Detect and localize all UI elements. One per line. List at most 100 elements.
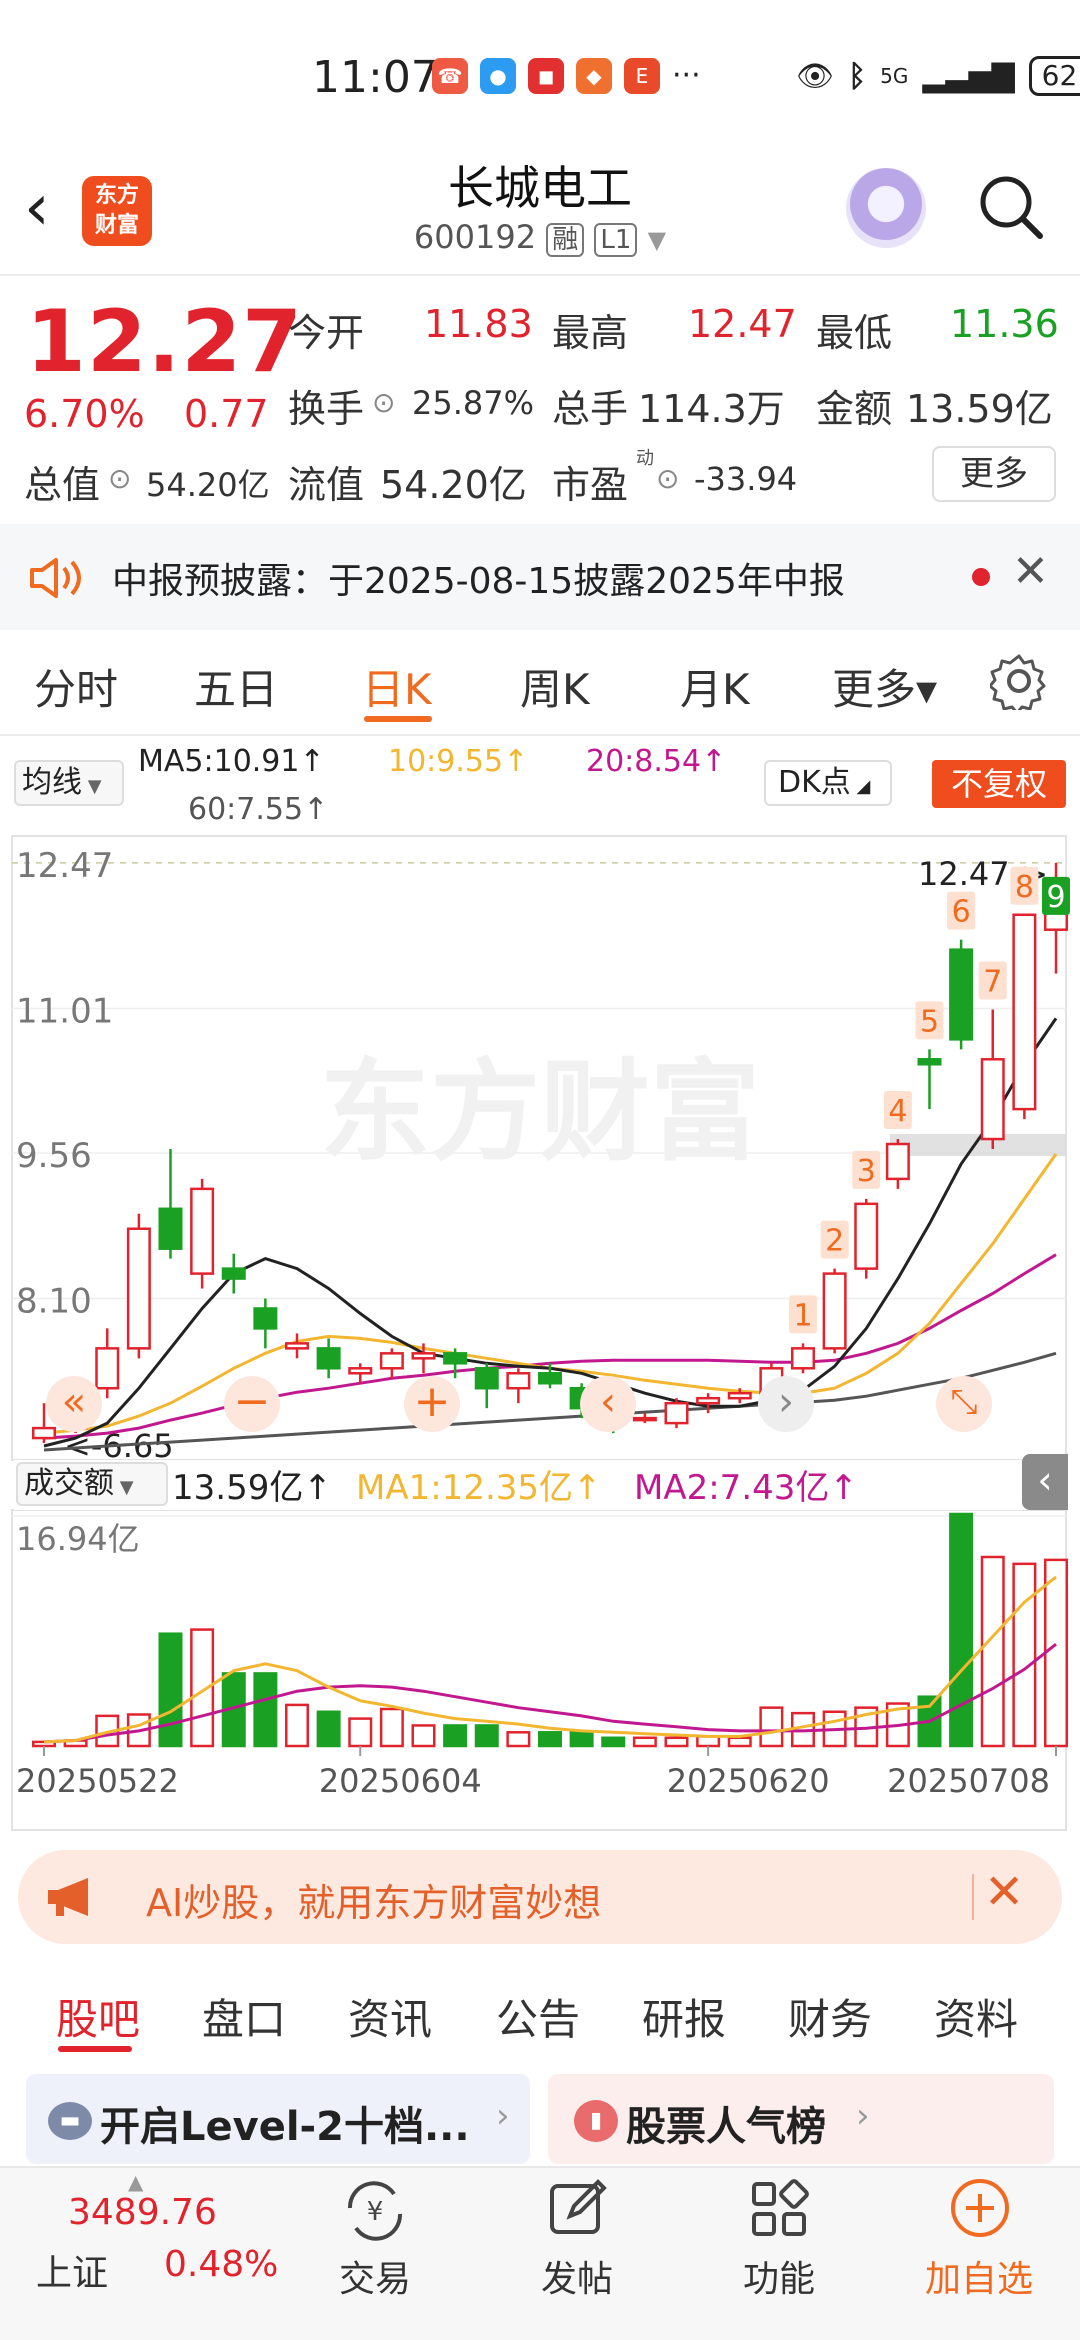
adjustment-toggle[interactable]: 不复权 [932,760,1066,808]
candle-body [632,1416,657,1422]
volume-bar [569,1731,594,1748]
info-icon[interactable]: ⊙ [656,462,679,495]
candle-body [158,1207,183,1250]
gear-icon[interactable] [990,652,1048,710]
candle-body [822,1272,847,1350]
tabs-divider [0,734,1080,736]
sequence-label: 4 [888,1094,907,1129]
prev-icon[interactable]: ‹ [580,1376,636,1432]
tab-pankou[interactable]: 盘口 [202,1986,286,2047]
tab-intraday[interactable]: 分时 [34,656,118,717]
volume-bar [949,1512,974,1748]
signal-icon: ▂▃▅▇ [922,58,1015,94]
zoom-out-icon[interactable]: − [224,1376,280,1432]
ai-assistant-avatar[interactable] [846,168,926,248]
level2-card-text[interactable]: 开启Level-2十档... [100,2094,480,2152]
eastmoney-app-icon: E [624,58,660,94]
info-icon[interactable]: ⊙ [108,462,131,495]
volume-bar [348,1717,373,1748]
tab-announcements[interactable]: 公告 [496,1986,580,2047]
candle-body [727,1391,752,1400]
candle-body [696,1396,721,1405]
volume-bar [632,1736,657,1748]
add-watchlist-icon[interactable] [948,2176,1012,2240]
tab-financials[interactable]: 财务 [788,1986,872,2047]
unread-dot [972,568,990,586]
chevron-down-icon: ▼ [114,1477,134,1498]
nav-add-watchlist-label[interactable]: 加自选 [914,2250,1044,2302]
chevron-down-icon[interactable]: ▼ [648,226,666,254]
index-change[interactable]: 0.48% [164,2244,278,2285]
tab-research[interactable]: 研报 [642,1986,726,2047]
tab-profile[interactable]: 资料 [934,1986,1018,2047]
float-mcap-value: 54.20亿 [380,463,527,507]
tab-news[interactable]: 资讯 [348,1986,432,2047]
level-tag: L1 [594,223,638,257]
bar-chart-icon: ▮ [574,2100,618,2142]
nav-post-label[interactable]: 发帖 [512,2250,642,2302]
more-notifications-icon: ··· [672,58,701,93]
fullscreen-icon[interactable]: ⤡ [936,1376,992,1432]
compose-icon[interactable] [546,2178,610,2240]
functions-grid-icon[interactable] [748,2178,810,2240]
active-tab-indicator [364,716,432,722]
tab-more[interactable]: 更多▾ [832,656,937,717]
volume-bar [474,1724,499,1748]
kline-chart[interactable]: 东方财富 12.4711.019.568.1012.47-><-6.6516.9… [0,830,1080,1840]
index-value[interactable]: 3489.76 [68,2192,217,2233]
card-icon: ▬ [48,2102,92,2140]
bluetooth-icon: ᛒ [848,58,867,94]
dk-point-select[interactable]: DK点 ◢ [764,760,892,806]
nav-trade-label[interactable]: 交易 [310,2250,440,2302]
sequence-label: 2 [825,1224,844,1259]
candle-body [790,1347,816,1370]
dk-label: DK点 [778,765,851,800]
chevron-right-icon: › [496,2096,510,2136]
volume-bar [158,1632,183,1748]
volume-indicator-select[interactable]: 成交额 ▼ [16,1462,168,1506]
volume-bar [379,1707,404,1748]
sequence-label: 8 [1015,870,1034,905]
tab-daily-k[interactable]: 日K [362,656,432,717]
chevron-right-icon: › [856,2096,870,2136]
tab-weekly-k[interactable]: 周K [520,656,590,717]
tab-five-day[interactable]: 五日 [194,656,278,717]
expand-panel-icon[interactable]: ‹ [1022,1454,1068,1510]
tab-monthly-k[interactable]: 月K [680,656,750,717]
message-app-icon: ● [480,58,516,94]
banner-separator [972,1874,974,1920]
mcap-label: 总值 [24,463,101,507]
more-button[interactable]: 更多 [932,446,1056,502]
speaker-icon [30,558,81,598]
candle-body [221,1267,246,1280]
next-icon[interactable]: › [758,1376,814,1432]
tab-guba[interactable]: 股吧 [56,1986,140,2047]
info-icon[interactable]: ⊙ [372,386,395,419]
nav-functions-label[interactable]: 功能 [714,2250,844,2302]
popularity-card-text[interactable]: 股票人气榜 [626,2094,826,2152]
candle-body [854,1202,879,1270]
volume-select-label: 成交额 [24,1466,114,1501]
chevron-up-icon: ▲ [128,2170,144,2194]
high-label: 最高 [552,311,629,355]
sequence-label: 7 [983,964,1002,999]
candle-body [316,1347,341,1370]
index-name[interactable]: 上证 [36,2244,108,2296]
x-tick-label: 20250604 [319,1762,482,1800]
mcap-value: 54.20亿 [146,466,270,504]
close-icon[interactable]: ✕ [1012,546,1049,597]
float-mcap-label: 流值 [288,463,365,507]
x-tick-label: 20250620 [667,1762,830,1800]
close-icon[interactable]: ✕ [984,1864,1024,1920]
scroll-left-icon[interactable]: « [46,1376,102,1432]
ma-select[interactable]: 均线 ▼ [14,760,124,806]
y-tick-label: 11.01 [16,991,113,1031]
notice-text[interactable]: 中报预披露：于2025-08-15披露2025年中报 [112,552,845,604]
header-divider [0,274,1080,276]
search-icon[interactable] [976,172,1046,242]
zoom-in-icon[interactable]: + [404,1376,460,1432]
eye-icon: 👁 [796,58,835,94]
trade-icon[interactable]: ¥ [340,2180,410,2242]
ai-banner-text[interactable]: AI炒股，就用东方财富妙想 [146,1872,601,1927]
change-amount: 0.77 [184,392,269,436]
